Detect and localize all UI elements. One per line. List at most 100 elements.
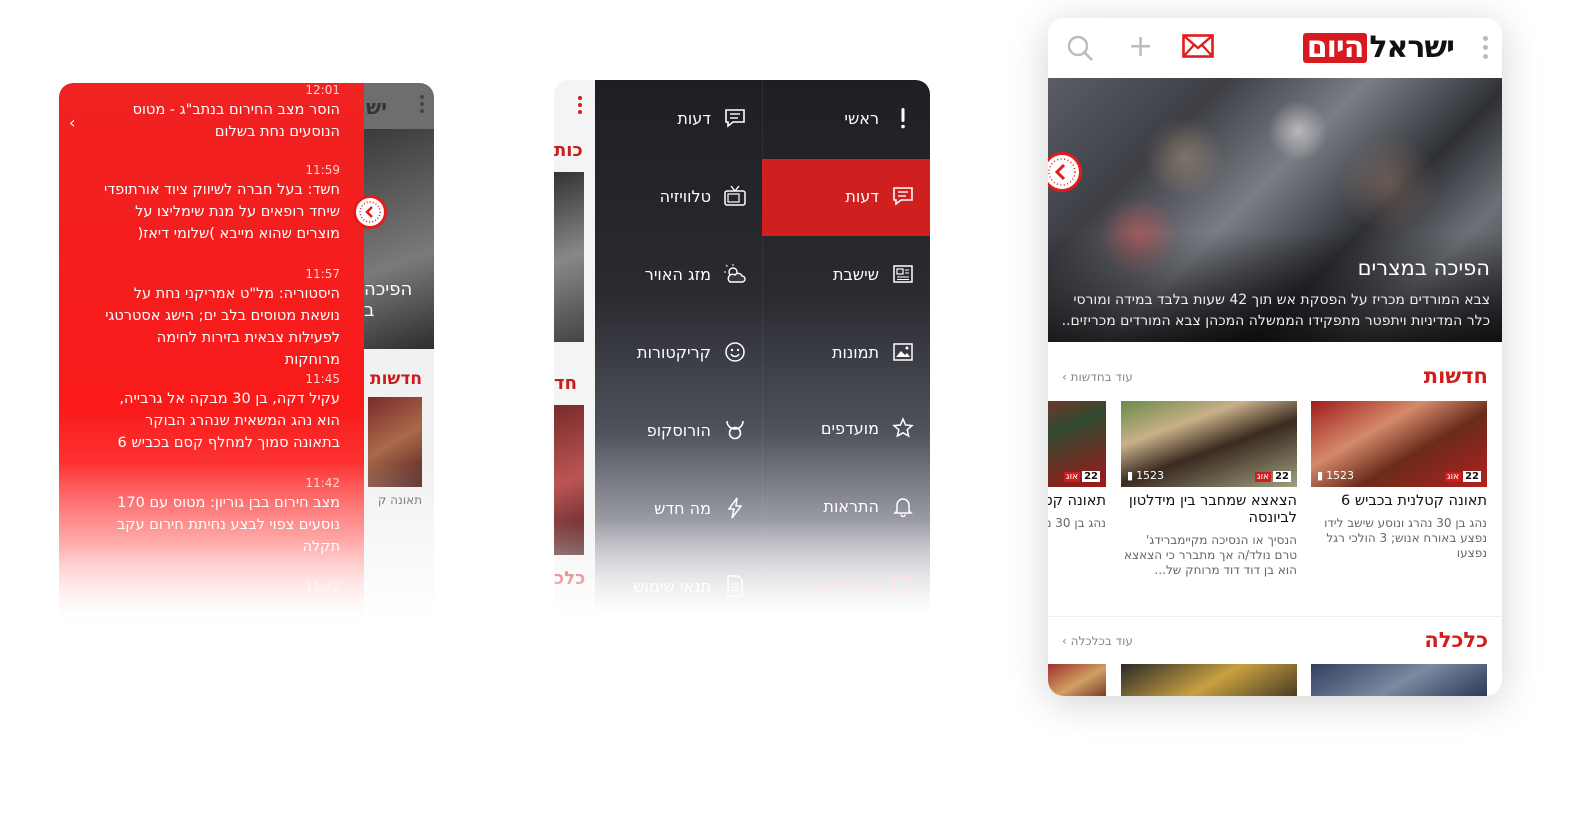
comment-count: ▮ 1523 (1317, 469, 1354, 482)
ticker-text: עקיל דקה, בן 30 מבקה אל גרבייה, הוא נהג … (117, 391, 340, 451)
economy-card-image[interactable] (1121, 664, 1297, 696)
ticker-item[interactable]: 11:42 (100, 580, 340, 596)
peek-image (554, 172, 584, 342)
search-icon[interactable] (1066, 34, 1094, 66)
mail-icon[interactable] (1182, 34, 1214, 62)
ticker-time: 11:42 (305, 580, 340, 594)
ticker-text: חשד: בעל חברה לשיווק ציוד אורתופדי שיחד … (104, 182, 340, 242)
bell-icon (891, 494, 915, 518)
peek-word: חד (554, 373, 577, 394)
ticker-item[interactable]: 11:57 היסטוריה: מל"ט אמריקני נחת על נושא… (100, 267, 340, 371)
ticker-item[interactable]: 12:01 הוסר מצב החירום בנתב"ג - מטוס הנוס… (100, 83, 340, 143)
menu-item-opinions[interactable]: דעות (765, 176, 915, 216)
logo-accent: היום (1302, 32, 1368, 63)
news-card-summary: נהג בן 30 נ נפצע באור נפצעו (1048, 516, 1106, 530)
smiley-icon (723, 340, 747, 364)
ticker-item[interactable]: 11:59 חשד: בעל חברה לשיווק ציוד אורתופדי… (100, 163, 340, 245)
news-card[interactable]: אוג 22 תאונה קט נהג בן 30 נ נפצע באור נפ… (1048, 401, 1106, 531)
hero-article[interactable]: הפיכה במצרים צבא המורדים מכריז על הפסקת … (1048, 78, 1502, 342)
image-icon (891, 340, 915, 364)
kebab-icon[interactable] (578, 96, 582, 117)
menu-item-label: התראות (823, 496, 879, 516)
ticker-text: הוסר מצב החירום בנתב"ג - מטוס הנוסעים נח… (132, 102, 340, 140)
section-title-news[interactable]: חדשות (1424, 364, 1488, 388)
menu-item-label: דעות (845, 186, 879, 206)
peek-word: כות (554, 140, 583, 161)
plus-icon[interactable]: + (1128, 32, 1153, 62)
clock-toggle-icon[interactable] (353, 195, 387, 229)
side-menu: ראשי דעות שישבת תמונות מועדפים התראות מה… (595, 80, 930, 620)
menu-item-tv[interactable]: טלוויזיה (597, 176, 747, 216)
menu-item-photos[interactable]: תמונות (765, 332, 915, 372)
date-day: 22 (1082, 471, 1100, 482)
bg-hero-title: הפיכה ב (364, 279, 413, 321)
lightning-icon (723, 496, 747, 520)
menu-item-terms[interactable]: תנאי שימוש (597, 566, 747, 606)
kebab-icon[interactable] (1483, 36, 1488, 63)
news-card-title: תאונה קטלנית בכביש 6 (1341, 493, 1487, 509)
comment-count: ▮ 1523 (1127, 469, 1164, 482)
bg-caption: תאונה ק (377, 493, 422, 507)
ticker-time: 12:01 (305, 83, 340, 97)
economy-card-image[interactable] (1048, 664, 1106, 696)
peek-word: כלכ (554, 568, 586, 589)
chevron-left-icon: ‹ (1062, 634, 1071, 648)
site-logo[interactable]: ישראל היום (1302, 30, 1455, 65)
menu-item-whatsnew-2[interactable]: מה חדש (597, 488, 747, 528)
ticker-item[interactable]: 11:42 מצב חירום בבן גוריון: מטוס עם 170 … (100, 476, 340, 558)
news-card[interactable]: אוג 22 ▮ 1523 תאונה קטלנית בכביש 6 נהג בן… (1311, 401, 1487, 561)
more-news-label: עוד בחדשות (1070, 370, 1133, 384)
menu-item-label: מה חדש (822, 575, 879, 595)
news-card-image: אוג 22 ▮ 1523 (1311, 401, 1487, 487)
menu-item-shishabbat[interactable]: שישבת (765, 254, 915, 294)
ticker-text: מצב חירום בבן גוריון: מטוס עם 170 נוסעים… (116, 495, 340, 555)
menu-item-horoscope[interactable]: הורוסקופ (597, 410, 747, 450)
date-day: 22 (1273, 471, 1291, 482)
bg-header: יש (364, 83, 434, 129)
date-day: 22 (1463, 471, 1481, 482)
menu-item-alerts[interactable]: התראות (765, 486, 915, 526)
news-card[interactable]: אוג 22 ▮ 1523 הצאצא שמחבר בין מידלטון לבי… (1121, 401, 1297, 578)
date-badge: אוג 22 (1063, 471, 1100, 482)
more-news-link[interactable]: ‹ עוד בחדשות (1062, 370, 1133, 384)
ticker-time: 11:59 (305, 163, 340, 177)
comment-icon (891, 184, 915, 208)
menu-item-label: מועדפים (820, 418, 879, 438)
exclamation-icon (891, 106, 915, 130)
date-badge: אוג 22 (1444, 471, 1481, 482)
menu-item-label: שישבת (832, 264, 879, 284)
news-card-title: הצאצא שמחבר בין מידלטון לביונסה (1128, 493, 1297, 526)
news-card-image: אוג 22 ▮ 1523 (1121, 401, 1297, 487)
bg-thumbnail (368, 397, 422, 487)
menu-item-label: תנאי שימוש (633, 576, 711, 596)
comment-count-value: 1523 (1136, 469, 1165, 482)
clock-toggle-icon[interactable] (1048, 152, 1082, 192)
menu-item-favorites[interactable]: מועדפים (765, 408, 915, 448)
ticker-item[interactable]: 11:45 עקיל דקה, בן 30 מבקה אל גרבייה, הו… (100, 372, 340, 454)
top-bar: + ישראל היום (1048, 18, 1502, 78)
bg-logo: יש (366, 95, 388, 119)
hero-subtitle: צבא המורדים מכריז על הפסקת אש תוך 42 שעו… (1061, 292, 1490, 329)
comment-icon: ▮ (1127, 469, 1134, 482)
menu-item-cartoons[interactable]: קריקטורות (597, 332, 747, 372)
section-title-economy[interactable]: כלכלה (1424, 628, 1488, 652)
peek-image (554, 405, 584, 555)
taurus-icon (723, 418, 747, 442)
menu-item-opinions-2[interactable]: דעות (597, 98, 747, 138)
more-economy-link[interactable]: ‹ עוד בכלכלה (1062, 634, 1133, 648)
more-economy-label: עוד בכלכלה (1070, 634, 1133, 648)
chevron-left-icon[interactable]: ‹ (69, 113, 75, 132)
logo-text: ישראל (1369, 30, 1455, 65)
newspaper-icon (891, 262, 915, 286)
menu-item-whatsnew[interactable]: מה חדש (765, 565, 915, 605)
menu-item-label: קריקטורות (637, 342, 711, 362)
content-peek: כות חד כלכ (554, 80, 595, 620)
economy-card-image[interactable] (1311, 664, 1487, 696)
news-card-image: אוג 22 (1048, 401, 1106, 487)
menu-item-label: תמונות (831, 342, 879, 362)
ticker-panel: ‹ 12:01 הוסר מצב החירום בנתב"ג - מטוס הנ… (59, 83, 364, 623)
menu-item-main[interactable]: ראשי (765, 98, 915, 138)
weather-icon (723, 262, 747, 286)
menu-item-weather[interactable]: מזג האויר (597, 254, 747, 294)
news-card-summary: הנסיך או הנסיכה מקיימברידג' טרם נולד/ה א… (1123, 533, 1297, 577)
